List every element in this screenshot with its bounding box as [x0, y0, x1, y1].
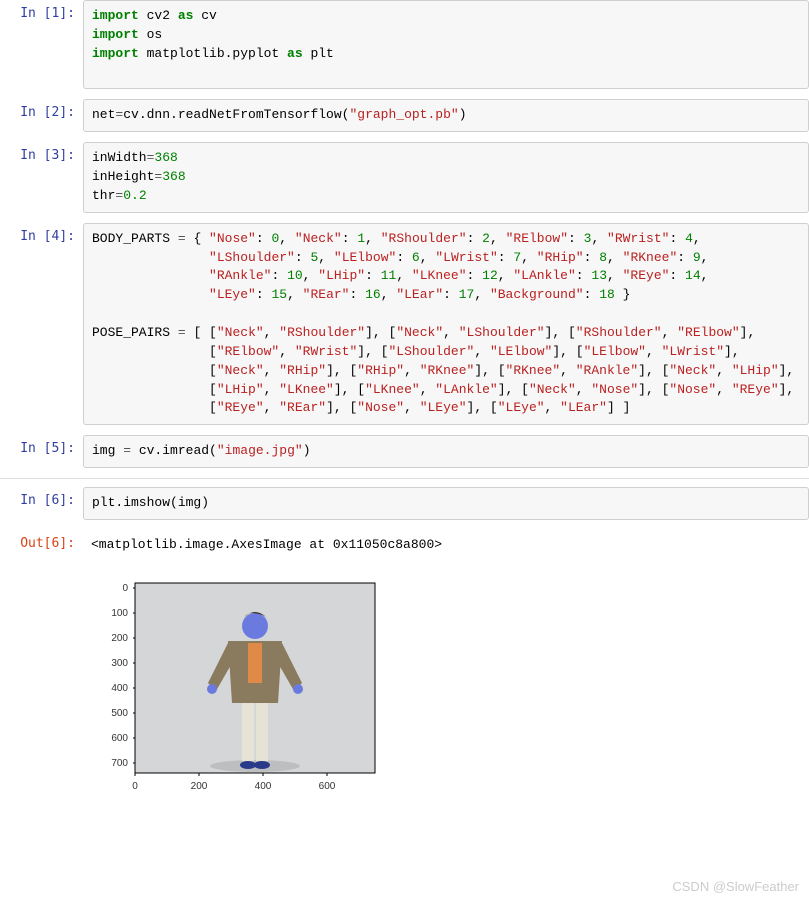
prompt-in-4: In [4]: — [0, 223, 83, 425]
watermark: CSDN @SlowFeather — [672, 879, 799, 894]
cell-out-6: Out[6]: <matplotlib.image.AxesImage at 0… — [0, 530, 809, 561]
code-input-6[interactable]: plt.imshow(img) — [83, 487, 809, 520]
code-input-5[interactable]: img = cv.imread("image.jpg") — [83, 435, 809, 468]
prompt-out-6: Out[6]: — [0, 530, 83, 561]
x-tick-label: 600 — [319, 781, 336, 792]
x-tick-label: 200 — [191, 781, 208, 792]
y-tick-label: 500 — [111, 708, 128, 719]
code-input-2[interactable]: net=cv.dnn.readNetFromTensorflow("graph_… — [83, 99, 809, 132]
cell-separator — [0, 478, 809, 479]
y-tick-label: 100 — [111, 608, 128, 619]
prompt-in-2: In [2]: — [0, 99, 83, 132]
code-input-4[interactable]: BODY_PARTS = { "Nose": 0, "Neck": 1, "RS… — [83, 223, 809, 425]
y-tick-label: 200 — [111, 633, 128, 644]
y-tick-label: 0 — [122, 583, 128, 594]
code-input-3[interactable]: inWidth=368 inHeight=368 thr=0.2 — [83, 142, 809, 213]
y-axis: 0 100 200 300 400 500 600 700 — [111, 583, 128, 769]
cell-in-4: In [4]: BODY_PARTS = { "Nose": 0, "Neck"… — [0, 223, 809, 425]
output-text-6: <matplotlib.image.AxesImage at 0x11050c8… — [83, 530, 809, 561]
prompt-in-1: In [1]: — [0, 0, 83, 89]
cell-in-5: In [5]: img = cv.imread("image.jpg") — [0, 435, 809, 468]
x-axis: 0 200 400 600 — [132, 781, 336, 792]
y-tick-label: 300 — [111, 658, 128, 669]
y-tick-label: 400 — [111, 683, 128, 694]
prompt-in-5: In [5]: — [0, 435, 83, 468]
cell-in-1: In [1]: import cv2 as cv import os impor… — [0, 0, 809, 89]
y-tick-label: 600 — [111, 733, 128, 744]
prompt-in-6: In [6]: — [0, 487, 83, 520]
x-tick-label: 0 — [132, 781, 138, 792]
prompt-in-3: In [3]: — [0, 142, 83, 213]
matplotlib-plot: 0 100 200 300 400 500 600 700 — [100, 571, 809, 815]
x-tick-label: 400 — [255, 781, 272, 792]
code-input-1[interactable]: import cv2 as cv import os import matplo… — [83, 0, 809, 89]
cell-in-6: In [6]: plt.imshow(img) — [0, 487, 809, 520]
cell-in-2: In [2]: net=cv.dnn.readNetFromTensorflow… — [0, 99, 809, 132]
y-tick-label: 700 — [111, 758, 128, 769]
cell-in-3: In [3]: inWidth=368 inHeight=368 thr=0.2 — [0, 142, 809, 213]
plot-svg: 0 100 200 300 400 500 600 700 — [100, 571, 400, 811]
